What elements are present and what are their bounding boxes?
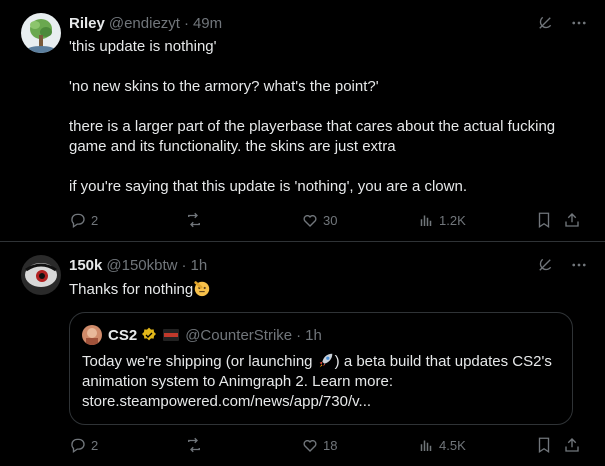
bookmark-icon [535,436,553,454]
bookmark-icon [535,211,553,229]
share-icon [563,436,581,454]
reply-icon [69,211,87,229]
tweet-header: Riley @endiezyt · 49m [69,13,589,33]
flag-icon [163,329,180,341]
views-count: 4.5K [439,437,466,453]
display-name[interactable]: 150k [69,257,102,274]
quoted-display-name: CS2 [108,326,138,344]
like-button[interactable]: 18 [301,436,337,454]
quoted-tweet-text: Today we're shipping (or launching ) a b… [82,351,560,412]
user-handle[interactable]: @endiezyt [109,15,180,32]
tweet[interactable]: 150k @150kbtw · 1h Thanks for nothing CS… [0,242,605,466]
tweet-text: Thanks for nothing [69,279,589,300]
action-bar: 2 30 1.2K [69,211,589,231]
user-handle[interactable]: @150kbtw [106,257,177,274]
like-button[interactable]: 30 [301,211,337,229]
timeline: Riley @endiezyt · 49m 'this update is no… [0,0,605,466]
quoted-avatar [82,325,102,345]
tweet-paragraph: if you're saying that this update is 'no… [69,178,467,195]
separator-dot: · [181,256,187,274]
views-button[interactable]: 4.5K [417,436,466,454]
share-icon [563,211,581,229]
action-bar: 2 18 4.5K [69,436,589,456]
tweet-text: 'this update is nothing' 'no new skins t… [69,37,589,197]
bookmark-button[interactable] [535,436,553,454]
grok-icon[interactable] [535,13,555,33]
reply-button[interactable]: 2 [69,436,98,454]
views-count: 1.2K [439,212,466,228]
verified-badge-icon [141,327,157,343]
timestamp[interactable]: 1h [190,257,207,274]
avatar[interactable] [21,13,61,53]
tweet-paragraph: there is a larger part of the playerbase… [69,118,556,155]
repost-icon [185,211,203,229]
quoted-text-part: Today we're shipping (or launching [82,353,317,370]
share-button[interactable] [563,436,581,454]
rocket-emoji [317,351,335,369]
display-name[interactable]: Riley [69,15,105,32]
separator-dot: · [296,326,302,344]
views-icon [417,436,435,454]
separator-dot: · [183,14,189,32]
like-count: 18 [323,437,338,453]
avatar[interactable] [21,255,61,295]
salute-emoji [193,279,211,297]
tweet-paragraph: 'no new skins to the armory? what's the … [69,78,379,95]
like-count: 30 [323,212,338,228]
reply-icon [69,436,87,454]
tweet-paragraph: 'this update is nothing' [69,38,217,55]
reply-count: 2 [91,212,99,228]
reply-button[interactable]: 2 [69,211,98,229]
bookmark-button[interactable] [535,211,553,229]
timestamp[interactable]: 49m [193,15,222,32]
quoted-user-handle: @CounterStrike [185,326,293,344]
repost-button[interactable] [185,211,207,229]
tweet-text-content: Thanks for nothing [69,281,194,298]
reply-count: 2 [91,437,99,453]
repost-icon [185,436,203,454]
more-icon[interactable] [569,13,589,33]
grok-icon[interactable] [535,255,555,275]
quoted-timestamp: 1h [305,326,322,344]
more-icon[interactable] [569,255,589,275]
tweet-header: 150k @150kbtw · 1h [69,255,589,275]
quoted-tweet-header: CS2 @CounterStrike · 1h [82,325,560,345]
tweet[interactable]: Riley @endiezyt · 49m 'this update is no… [0,0,605,242]
views-button[interactable]: 1.2K [417,211,466,229]
like-icon [301,436,319,454]
share-button[interactable] [563,211,581,229]
quoted-tweet[interactable]: CS2 @CounterStrike · 1h Today we're ship… [69,312,573,425]
repost-button[interactable] [185,436,207,454]
views-icon [417,211,435,229]
like-icon [301,211,319,229]
